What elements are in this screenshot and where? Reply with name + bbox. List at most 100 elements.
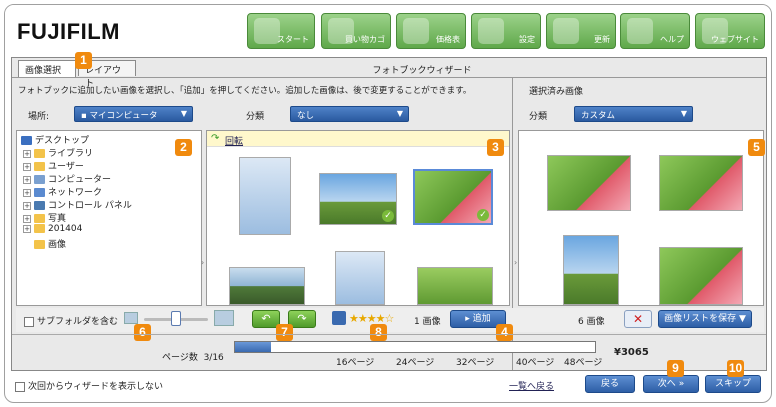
tick-48: 48ページ — [564, 358, 603, 368]
large-image-icon[interactable] — [214, 310, 234, 326]
no-show-next-time[interactable]: 次回からウィザードを表示しない — [15, 379, 163, 392]
help-icon — [627, 18, 653, 44]
collapse-right-icon[interactable]: › — [514, 258, 517, 267]
zoom-slider-handle[interactable] — [171, 311, 181, 326]
refresh-icon — [553, 18, 579, 44]
thumbnail[interactable] — [229, 267, 305, 305]
tick-32: 32ページ — [456, 358, 495, 368]
badge-7: 7 — [276, 324, 293, 341]
selected-thumbnail[interactable] — [563, 235, 619, 305]
user-icon — [34, 162, 45, 171]
badge-3: 3 — [487, 139, 504, 156]
right-category-select[interactable]: カスタム ▼ — [574, 106, 693, 122]
page-progress-fill — [235, 342, 271, 352]
selected-thumbnail[interactable] — [659, 247, 743, 305]
tree-item-network[interactable]: + ネットワーク — [21, 185, 197, 198]
nav-help-button[interactable]: ヘルプ — [620, 13, 690, 49]
expand-icon[interactable]: + — [23, 175, 31, 184]
fujifilm-logo: FUJIFILM — [17, 19, 120, 44]
selected-thumbnail[interactable] — [547, 155, 631, 211]
rotate-left-icon: ↶ — [261, 312, 271, 325]
include-subfolders-checkbox[interactable] — [24, 316, 34, 327]
include-subfolders[interactable]: サブフォルダを含む — [24, 314, 118, 327]
check-icon: ✓ — [382, 210, 394, 222]
expand-icon[interactable]: + — [23, 224, 31, 233]
expand-icon[interactable]: + — [23, 201, 31, 210]
tree-item-201404[interactable]: +201404 — [21, 224, 197, 237]
back-button[interactable]: 戻る — [585, 375, 635, 393]
thumbnail[interactable] — [239, 157, 291, 235]
nav-settings-button[interactable]: 設定 — [471, 13, 541, 49]
chevron-down-icon: ▼ — [180, 109, 187, 118]
rotate-right-icon: ↷ — [297, 312, 307, 325]
rotate-icon: ↷ — [211, 133, 220, 144]
small-image-icon[interactable] — [124, 312, 138, 324]
arrow-right-icon: ▸ — [465, 314, 473, 324]
folder-tree[interactable]: デスクトップ + ライブラリ + ユーザー + コンピューター + ネットワーク + コン… — [16, 130, 202, 306]
next-button[interactable]: 次へ » — [643, 375, 699, 393]
header: FUJIFILM スタート 買い物カゴ 価格表 設定 更新 ヘルプ ウェブサイト — [5, 5, 771, 55]
computer-icon — [34, 175, 45, 184]
thumbnail[interactable] — [417, 267, 493, 305]
check-icon: ✓ — [477, 209, 489, 221]
remove-button[interactable]: ✕ — [624, 310, 652, 328]
control-panel-icon — [34, 201, 45, 210]
thumbnail[interactable] — [335, 251, 385, 305]
tab-image-select[interactable]: 画像選択 — [18, 60, 76, 77]
nav-website-button[interactable]: ウェブサイト — [695, 13, 765, 49]
badge-10: 10 — [727, 360, 744, 377]
nav-update-button[interactable]: 更新 — [546, 13, 616, 49]
price-list-icon — [403, 18, 429, 44]
badge-4: 4 — [496, 324, 513, 341]
thumbnail[interactable]: ✓ — [319, 173, 397, 225]
tick-24: 24ページ — [396, 358, 435, 368]
location-label: 場所: — [28, 112, 50, 122]
selected-thumbnail[interactable] — [659, 155, 743, 211]
expand-icon[interactable]: + — [23, 188, 31, 197]
skip-button[interactable]: スキップ — [705, 375, 761, 393]
nav-start-button[interactable]: スタート — [247, 13, 315, 49]
no-show-checkbox[interactable] — [15, 381, 25, 392]
chevron-down-icon: ▼ — [738, 314, 746, 324]
expand-icon[interactable]: + — [23, 214, 31, 223]
tree-item-images[interactable]: 画像 — [21, 237, 197, 250]
tick-40: 40ページ — [516, 358, 555, 368]
tree-item-user[interactable]: + ユーザー — [21, 159, 197, 172]
left-image-count: 1 画像 — [414, 317, 441, 327]
selected-images-header: 選択済み画像 — [529, 87, 584, 97]
nav-price-button[interactable]: 価格表 — [396, 13, 466, 49]
selected-images-panel[interactable] — [518, 130, 764, 306]
tree-item-control-panel[interactable]: + コントロール パネル — [21, 198, 197, 211]
network-icon — [34, 188, 45, 197]
app-window: FUJIFILM スタート 買い物カゴ 価格表 設定 更新 ヘルプ ウェブサイト… — [4, 4, 772, 403]
folder-icon — [34, 240, 45, 249]
auto-correct-icon[interactable] — [332, 311, 346, 325]
double-chevron-right-icon: » — [678, 379, 685, 389]
expand-icon[interactable]: + — [23, 149, 31, 158]
rating-stars[interactable]: ★★★★☆ — [349, 312, 394, 325]
right-image-count: 6 画像 — [578, 317, 605, 327]
badge-6: 6 — [134, 324, 151, 341]
image-browser[interactable]: ↷ 回転 ✓ ✓ — [206, 130, 510, 306]
chevron-down-icon: ▼ — [396, 109, 403, 118]
expand-icon[interactable]: + — [23, 162, 31, 171]
rotate-link[interactable]: 回転 — [225, 134, 243, 147]
tree-item-computer[interactable]: + コンピューター — [21, 172, 197, 185]
category-select[interactable]: なし ▼ — [290, 106, 409, 122]
thumbnail-selected[interactable]: ✓ — [413, 169, 493, 225]
nav-cart-button[interactable]: 買い物カゴ — [321, 13, 391, 49]
location-select[interactable]: ▪ マイコンピュータ ▼ — [74, 106, 193, 122]
toolbar-row: サブフォルダを含む ↶ ↷ ★★★★☆ 1 画像 ▸ 追加 6 画像 ✕ 画像リ… — [16, 308, 764, 332]
tick-16: 16ページ — [336, 358, 375, 368]
tree-item-desktop[interactable]: デスクトップ — [21, 133, 197, 146]
tree-item-photos[interactable]: + 写真 — [21, 211, 197, 224]
badge-2: 2 — [175, 139, 192, 156]
tree-item-library[interactable]: + ライブラリ — [21, 146, 197, 159]
page-progress-bar — [234, 341, 596, 353]
badge-1: 1 — [75, 52, 92, 69]
collapse-left-icon[interactable]: › — [201, 258, 204, 267]
back-to-list-link[interactable]: 一覧へ戻る — [509, 379, 554, 392]
folder-icon — [34, 214, 45, 223]
save-image-list-select[interactable]: 画像リストを保存 ▼ — [658, 310, 752, 328]
wizard-title: フォトブックウィザード — [372, 66, 472, 76]
